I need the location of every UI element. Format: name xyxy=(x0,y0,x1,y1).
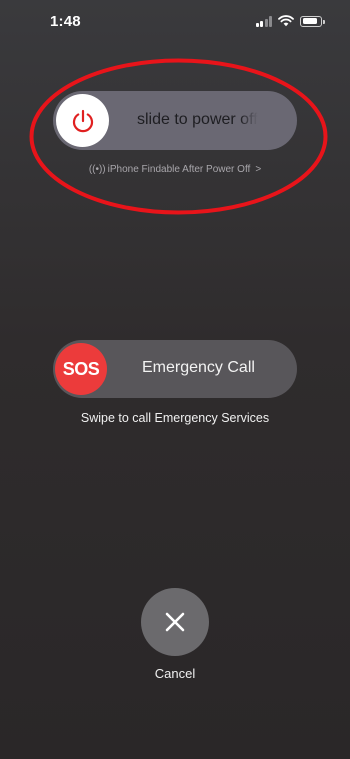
emergency-call-label: Emergency Call xyxy=(142,359,255,376)
power-slider-label: slide to power off xyxy=(137,111,258,129)
wifi-icon xyxy=(278,15,294,27)
status-icons xyxy=(255,15,325,27)
findable-notice[interactable]: ((•)) iPhone Findable After Power Off > xyxy=(0,164,350,175)
power-off-slider[interactable]: slide to power off xyxy=(53,91,297,150)
status-bar: 1:48 xyxy=(0,0,350,44)
find-my-icon: ((•)) xyxy=(88,164,106,175)
status-time: 1:48 xyxy=(50,13,81,30)
signal-icon xyxy=(255,15,272,27)
cancel-label: Cancel xyxy=(154,666,196,681)
battery-icon xyxy=(300,15,325,27)
close-icon xyxy=(165,612,185,632)
emergency-sos-slider[interactable]: SOS Emergency Call xyxy=(53,340,297,398)
sos-slider-knob[interactable]: SOS xyxy=(55,343,107,395)
power-slider-knob[interactable] xyxy=(56,94,109,147)
cancel-button[interactable] xyxy=(141,588,209,656)
chevron-right-icon: > xyxy=(255,164,262,175)
findable-text: iPhone Findable After Power Off xyxy=(107,164,251,175)
emergency-hint: Swipe to call Emergency Services xyxy=(80,411,270,425)
power-icon xyxy=(72,109,93,132)
